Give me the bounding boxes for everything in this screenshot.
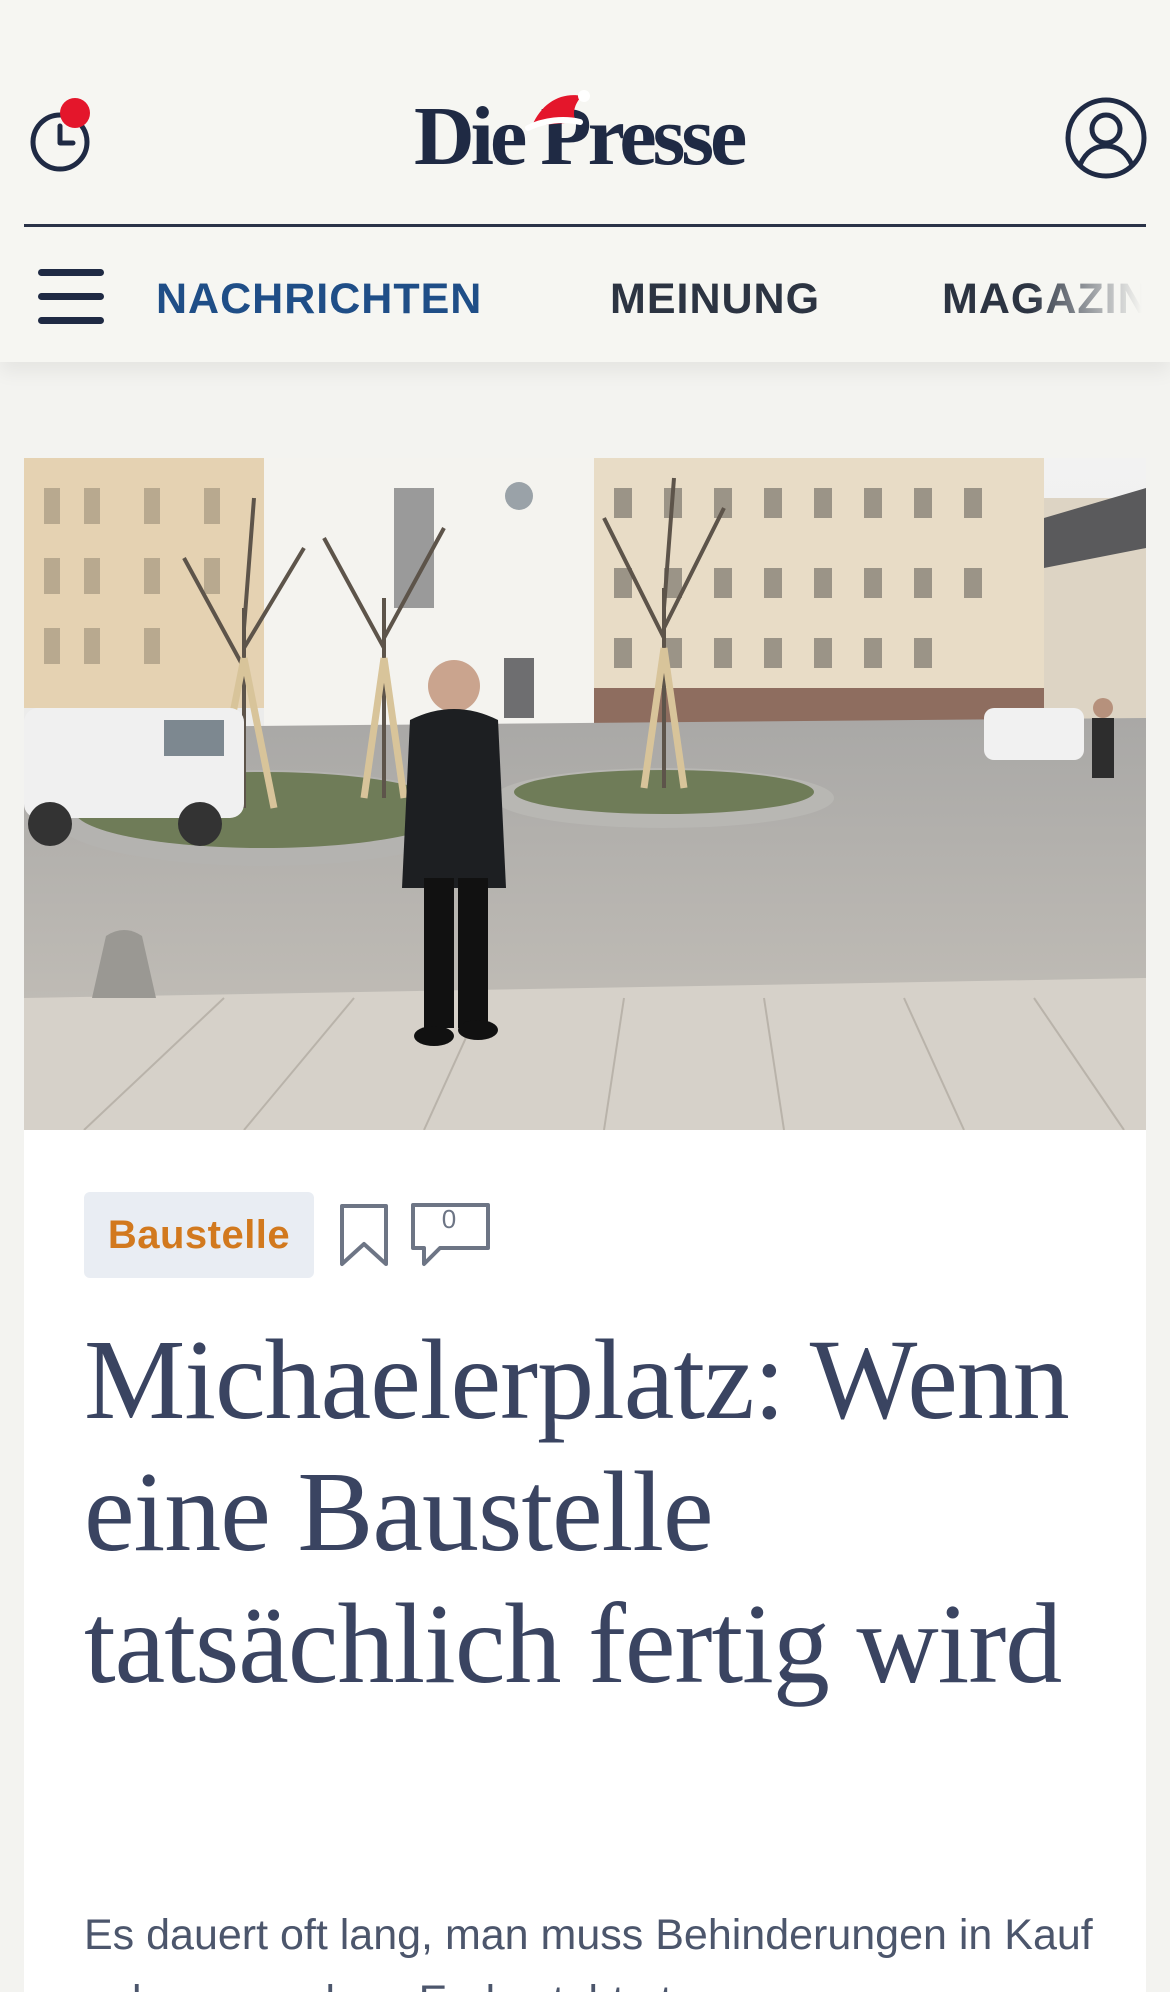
article-photo[interactable] [24, 458, 1146, 1130]
article-headline[interactable]: Michaelerplatz: Wenn eine Baustelle tats… [84, 1314, 1104, 1710]
santa-hat-icon [525, 90, 590, 131]
tab-meinung[interactable]: MEINUNG [610, 275, 820, 324]
tab-nachrichten[interactable]: NACHRICHTEN [156, 275, 482, 324]
history-button[interactable] [26, 96, 96, 176]
site-header: Die Presse NACHRICHTEN MEINUNG MAGAZIN [0, 0, 1170, 362]
hamburger-menu-icon[interactable] [38, 269, 106, 325]
article-teaser[interactable]: Baustelle 0 Michaelerplatz: Wenn eine Ba… [24, 458, 1146, 1992]
bookmark-button[interactable] [338, 1202, 390, 1268]
comment-count: 0 [441, 1204, 457, 1234]
site-logo[interactable]: Die Presse [414, 90, 754, 182]
header-top-row: Die Presse [0, 0, 1170, 225]
comment-button[interactable]: 0 [410, 1202, 492, 1268]
topic-tag[interactable]: Baustelle [84, 1192, 314, 1278]
user-account-icon [1065, 97, 1147, 179]
nav-scroll-fade [1030, 227, 1170, 362]
main-navigation: NACHRICHTEN MEINUNG MAGAZIN [0, 227, 1170, 362]
account-button[interactable] [1064, 96, 1148, 180]
notification-dot [60, 98, 90, 128]
article-lead: Es dauert oft lang, man muss Behinderung… [84, 1911, 1093, 1992]
bookmark-icon [340, 1204, 388, 1266]
